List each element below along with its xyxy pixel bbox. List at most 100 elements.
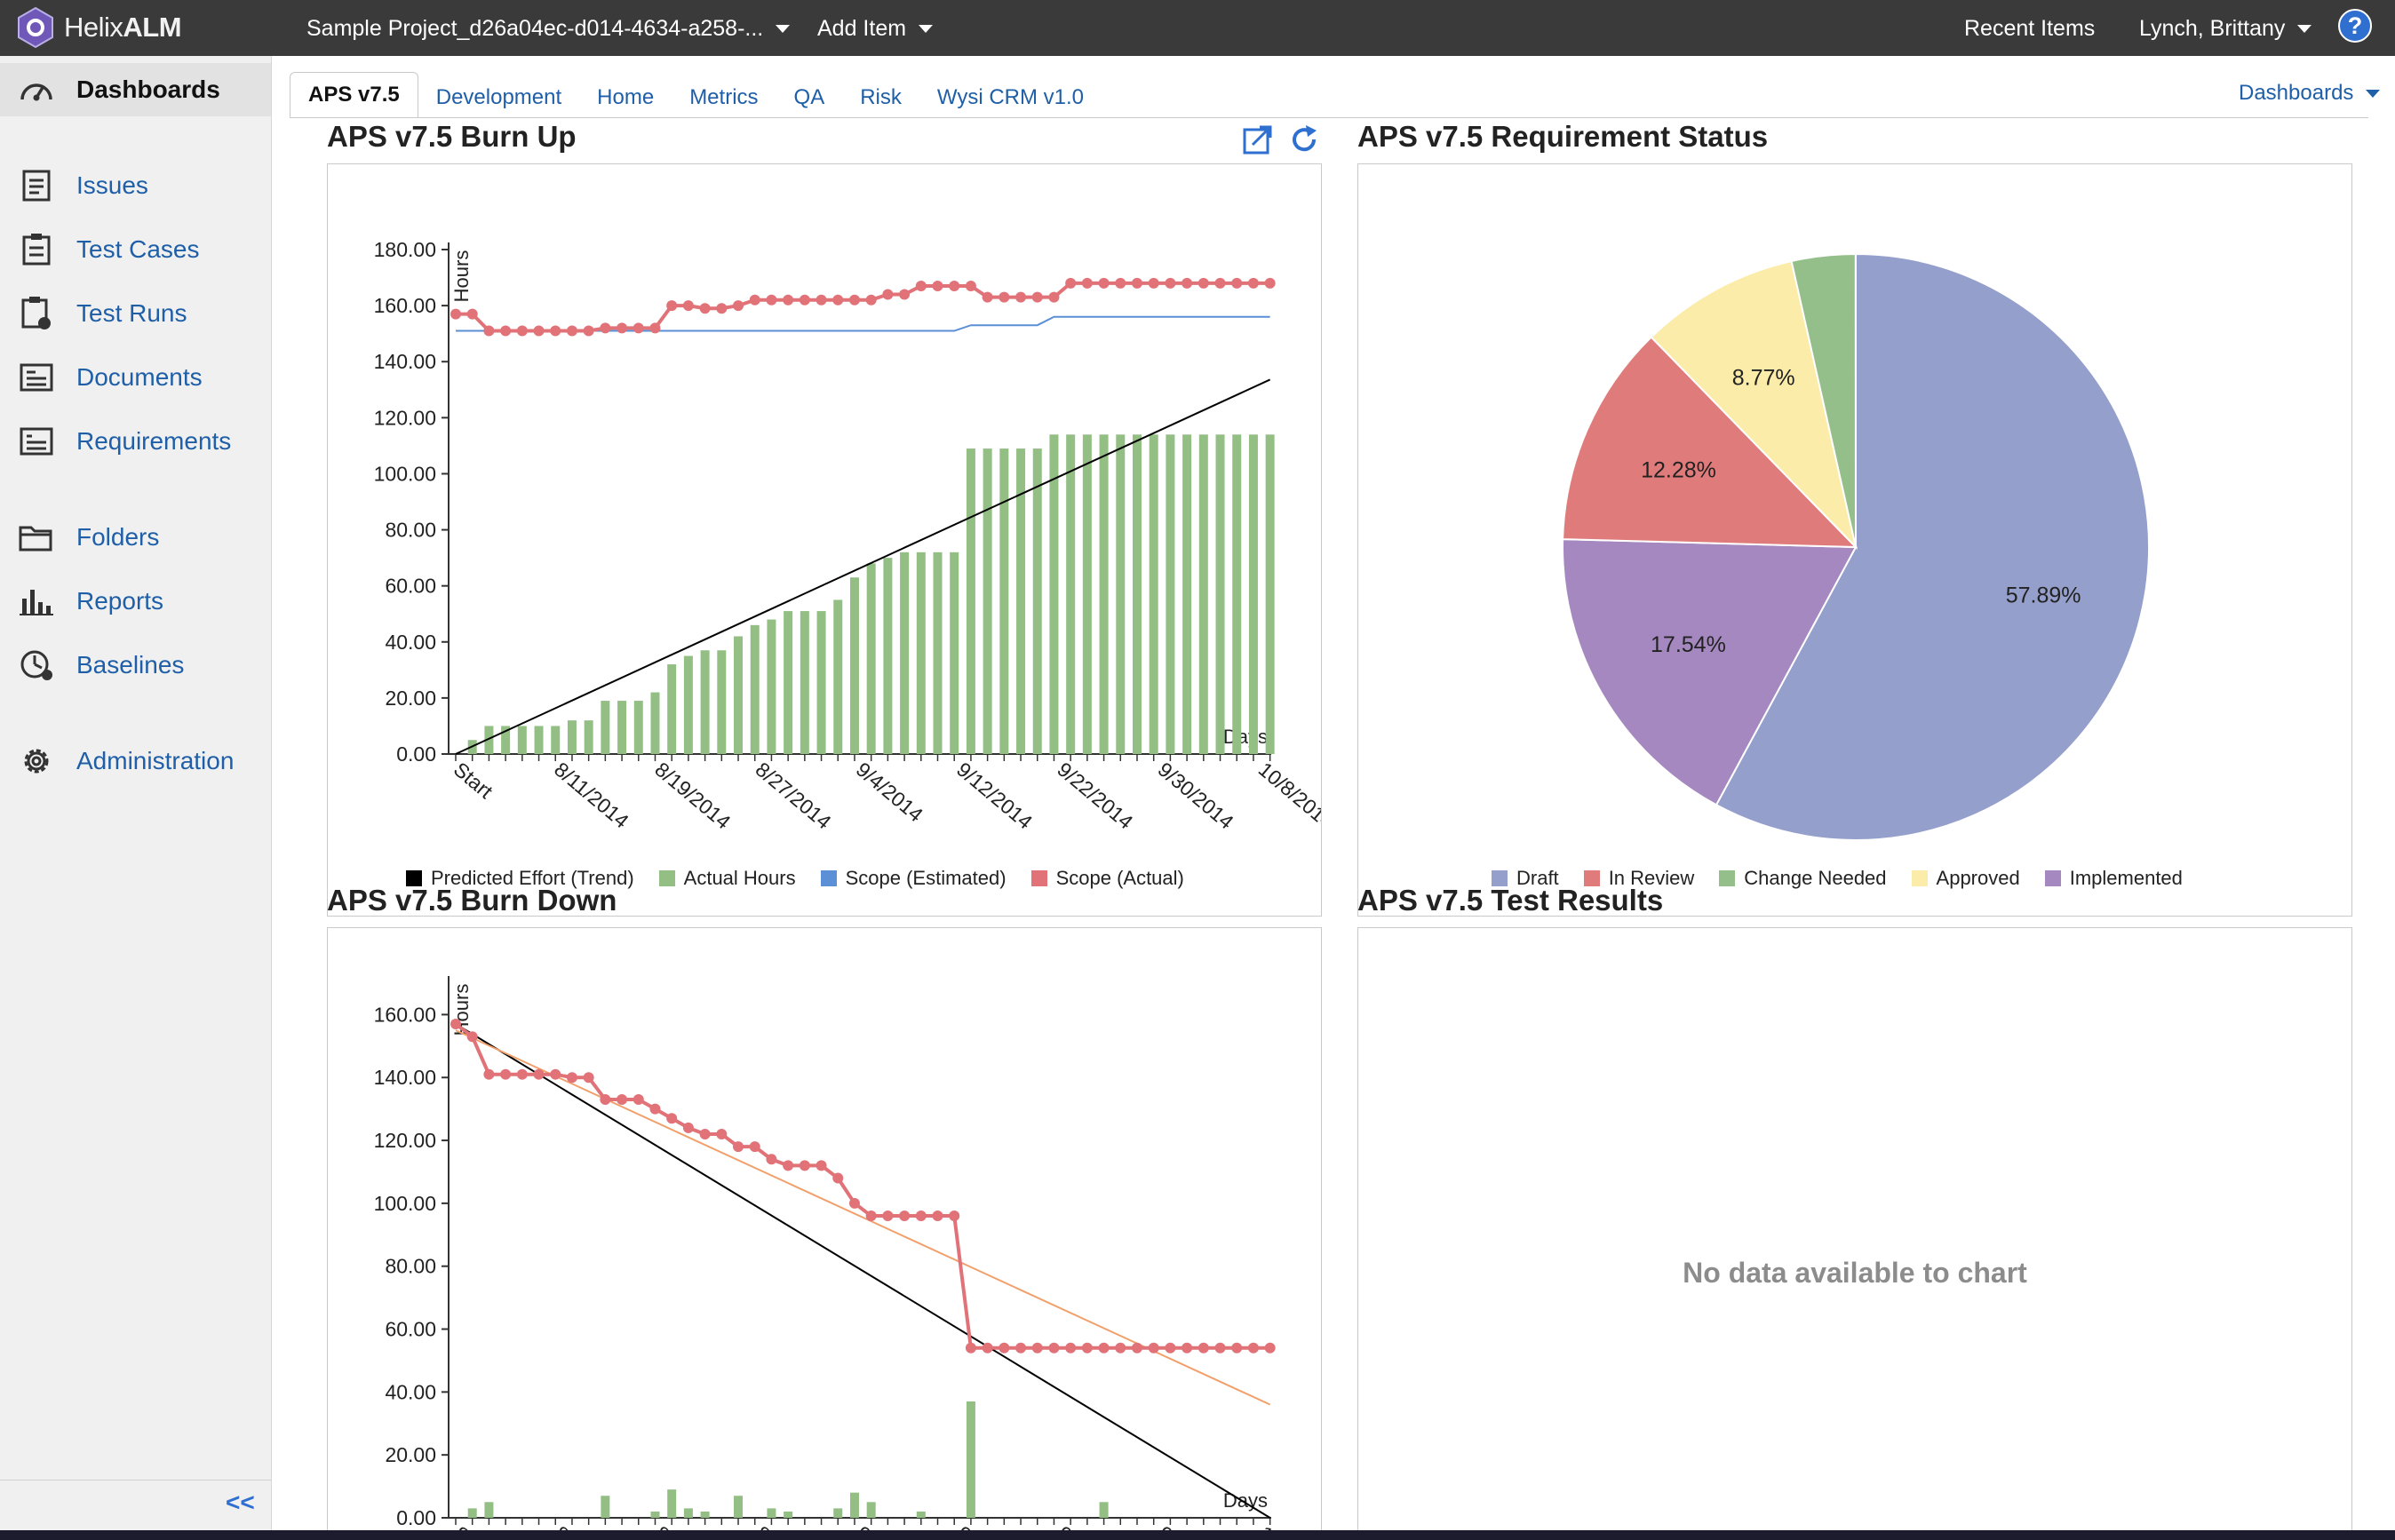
- help-icon[interactable]: ?: [2338, 9, 2372, 43]
- scope-actual-point: [749, 294, 760, 306]
- scope-actual-point: [1131, 1342, 1142, 1353]
- legend-item: Change Needed: [1719, 867, 1887, 890]
- sidebar-item-baselines[interactable]: Baselines: [0, 639, 271, 692]
- scope-actual-point: [516, 1068, 528, 1080]
- scope-actual-point: [766, 1154, 777, 1165]
- scope-actual-point: [999, 291, 1010, 303]
- scope-actual-point: [1031, 1342, 1043, 1353]
- scope-actual-point: [633, 1094, 644, 1106]
- scope-actual-point: [649, 1103, 661, 1115]
- sidebar-item-documents[interactable]: Documents: [0, 351, 271, 404]
- scope-actual-point: [1148, 277, 1159, 289]
- chevron-down-icon: [2297, 24, 2312, 33]
- bar: [551, 726, 561, 754]
- tab-development[interactable]: Development: [418, 77, 579, 118]
- scope-actual-point: [783, 1160, 794, 1171]
- bar: [650, 692, 660, 754]
- user-menu[interactable]: Lynch, Brittany: [2139, 11, 2312, 46]
- y-tick-label: 40.00: [385, 1380, 436, 1403]
- scope-actual-point: [633, 322, 644, 334]
- bar: [1049, 434, 1059, 754]
- scope-actual-point: [999, 1342, 1010, 1353]
- scope-actual-point: [733, 1141, 744, 1153]
- y-tick-label: 140.00: [374, 1066, 436, 1089]
- x-tick-label: 8/11/2014: [550, 758, 633, 833]
- recent-items-menu[interactable]: Recent Items: [1964, 11, 2095, 46]
- bar: [1116, 434, 1126, 754]
- scope-actual-point: [1098, 277, 1110, 289]
- scope-actual-point: [915, 281, 927, 292]
- x-axis-title: Days: [1223, 726, 1268, 748]
- scope-actual-point: [1214, 277, 1226, 289]
- scope-actual-point: [816, 294, 827, 306]
- scope-actual-point: [533, 1068, 545, 1080]
- scope-actual-point: [766, 294, 777, 306]
- scope-actual-point: [1115, 1342, 1126, 1353]
- scope-actual-point: [1148, 1342, 1159, 1353]
- y-tick-label: 20.00: [385, 1443, 436, 1466]
- bar: [866, 1502, 876, 1518]
- y-tick-label: 100.00: [374, 462, 436, 485]
- sidebar-item-folders[interactable]: Folders: [0, 511, 271, 564]
- sidebar-item-test-cases[interactable]: Test Cases: [0, 223, 271, 276]
- bar: [1182, 434, 1192, 754]
- scope-actual-point: [699, 1128, 711, 1139]
- project-selector[interactable]: Sample Project_d26a04ec-d014-4634-a258-.…: [306, 11, 791, 46]
- scope-actual-point: [848, 1197, 860, 1209]
- tab-aps-v7-5[interactable]: APS v7.5: [290, 72, 418, 118]
- bar: [1198, 434, 1208, 754]
- scope-actual-point: [516, 325, 528, 337]
- bar: [601, 701, 610, 754]
- sidebar-item-dashboards[interactable]: Dashboards: [0, 63, 271, 116]
- results-panel: No data available to chart: [1357, 927, 2352, 1531]
- scope-actual-point: [799, 294, 810, 306]
- sidebar-item-label: Administration: [76, 747, 235, 774]
- scope-actual-point: [882, 289, 894, 300]
- bottom-edge: [0, 1530, 2395, 1540]
- bar: [484, 1502, 494, 1518]
- sidebar-item-issues[interactable]: Issues: [0, 159, 271, 212]
- scope-actual-point: [1015, 291, 1027, 303]
- refresh-icon[interactable]: [1288, 123, 1320, 155]
- tab-wysi-crm[interactable]: Wysi CRM v1.0: [919, 77, 1102, 118]
- scope-actual-point: [832, 1172, 844, 1184]
- collapse-sidebar-button[interactable]: <<: [226, 1488, 255, 1517]
- sidebar-item-test-runs[interactable]: Test Runs: [0, 287, 271, 340]
- tab-qa[interactable]: QA: [776, 77, 843, 118]
- sidebar-item-requirements[interactable]: Requirements: [0, 415, 271, 468]
- y-tick-label: 0.00: [396, 1506, 436, 1529]
- scope-actual-point: [682, 1122, 694, 1133]
- scope-actual-point: [848, 294, 860, 306]
- legend-item: Scope (Actual): [1030, 867, 1184, 890]
- dashboards-menu[interactable]: Dashboards: [2239, 81, 2381, 106]
- scope-actual-point: [1247, 277, 1259, 289]
- sidebar-item-label: Reports: [76, 587, 164, 615]
- scope-actual-point: [1081, 277, 1093, 289]
- bar: [1215, 434, 1225, 754]
- scope-actual-point: [483, 1068, 495, 1080]
- results-title: APS v7.5 Test Results: [1357, 884, 1664, 917]
- bar: [667, 664, 677, 754]
- sidebar-item-reports[interactable]: Reports: [0, 575, 271, 628]
- scope-actual-point: [865, 294, 877, 306]
- tab-risk[interactable]: Risk: [842, 77, 919, 118]
- bar: [1082, 434, 1092, 754]
- scope-actual-point: [600, 1094, 611, 1106]
- scope-actual-point: [932, 281, 943, 292]
- y-tick-label: 100.00: [374, 1192, 436, 1215]
- legend-label: Actual Hours: [683, 867, 796, 889]
- tab-home[interactable]: Home: [579, 77, 672, 118]
- helix-alm-logo[interactable]: HelixALM: [16, 4, 182, 51]
- bar: [667, 1489, 677, 1518]
- dashboards-menu-label: Dashboards: [2239, 81, 2354, 105]
- scope-actual-point: [1247, 1342, 1259, 1353]
- bar: [467, 1508, 477, 1518]
- sidebar-item-label: Requirements: [76, 427, 232, 455]
- add-item-menu[interactable]: Add Item: [817, 11, 934, 46]
- expand-icon[interactable]: [1242, 123, 1274, 155]
- sidebar-item-administration[interactable]: Administration: [0, 734, 271, 788]
- tab-metrics[interactable]: Metrics: [672, 77, 776, 118]
- y-tick-label: 120.00: [374, 406, 436, 429]
- add-item-label: Add Item: [817, 15, 907, 41]
- y-tick-label: 0.00: [396, 742, 436, 766]
